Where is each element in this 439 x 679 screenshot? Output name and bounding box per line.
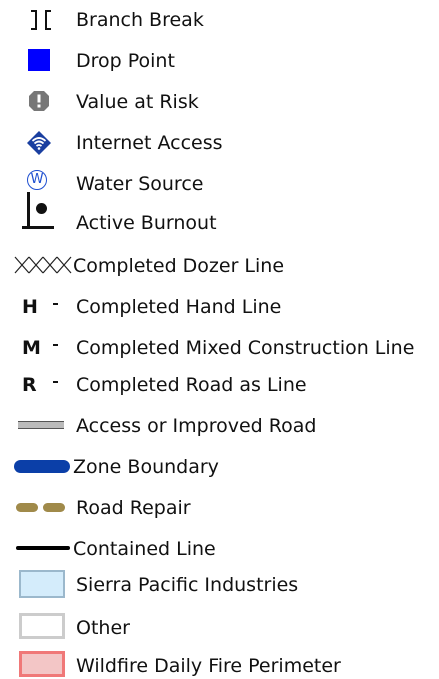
legend-item-other: Other — [0, 613, 439, 641]
legend-item-sierra-pacific: Sierra Pacific Industries — [0, 570, 439, 598]
legend-item-internet-access: Internet Access — [0, 128, 439, 156]
legend-item-fire-perimeter: Wildfire Daily Fire Perimeter — [0, 651, 439, 679]
legend-label: Access or Improved Road — [76, 415, 317, 437]
legend-label: Internet Access — [76, 132, 223, 154]
legend-label: Sierra Pacific Industries — [76, 574, 299, 596]
improved-road-icon — [0, 411, 76, 439]
legend-item-improved-road: Access or Improved Road — [0, 411, 439, 439]
drop-point-icon — [0, 46, 76, 74]
legend-label: Other — [76, 617, 130, 639]
legend-item-value-at-risk: Value at Risk — [0, 87, 439, 115]
legend-item-active-burnout: Active Burnout — [0, 192, 439, 236]
legend-label: Completed Road as Line — [76, 374, 307, 396]
legend-item-drop-point: Drop Point — [0, 46, 439, 74]
legend-label: Water Source — [76, 173, 204, 195]
legend-item-dozer-line: Completed Dozer Line — [0, 251, 439, 279]
legend-item-contained-line: Contained Line — [0, 534, 439, 562]
zone-boundary-icon — [0, 452, 76, 480]
dozer-line-icon — [0, 251, 76, 279]
active-burnout-icon — [0, 192, 76, 236]
legend-label: Wildfire Daily Fire Perimeter — [76, 655, 341, 677]
sierra-pacific-swatch — [0, 570, 76, 598]
legend-label: Active Burnout — [76, 212, 217, 234]
legend-label: Branch Break — [76, 9, 204, 31]
road-repair-icon — [0, 493, 76, 521]
internet-access-icon — [0, 128, 76, 156]
legend-item-water-source: W Water Source — [0, 169, 439, 197]
legend-item-road-repair: Road Repair — [0, 493, 439, 521]
legend-label: Value at Risk — [76, 91, 199, 113]
value-at-risk-icon — [0, 87, 76, 115]
legend-label: Contained Line — [73, 538, 216, 560]
legend-item-branch-break: Branch Break — [0, 5, 439, 33]
legend-label: Drop Point — [76, 50, 175, 72]
other-swatch — [0, 613, 76, 641]
legend-label: Zone Boundary — [73, 456, 219, 478]
branch-break-icon — [0, 5, 76, 33]
contained-line-icon — [0, 534, 76, 562]
legend-item-hand-line: H Completed Hand Line — [0, 292, 439, 320]
legend-label: Road Repair — [76, 497, 191, 519]
road-as-line-icon: R — [0, 370, 76, 398]
legend-label: Completed Dozer Line — [73, 255, 285, 277]
legend-item-road-as-line: R Completed Road as Line — [0, 370, 439, 398]
legend-label: Completed Hand Line — [76, 296, 282, 318]
fire-perimeter-swatch — [0, 651, 76, 679]
legend-item-zone-boundary: Zone Boundary — [0, 452, 439, 480]
map-legend: Branch Break Drop Point Value at Risk In… — [0, 0, 439, 679]
legend-item-mixed-line: M Completed Mixed Construction Line — [0, 333, 439, 361]
mixed-line-icon: M — [0, 333, 76, 361]
water-source-icon: W — [0, 169, 76, 197]
legend-label: Completed Mixed Construction Line — [76, 337, 415, 359]
hand-line-icon: H — [0, 292, 76, 320]
